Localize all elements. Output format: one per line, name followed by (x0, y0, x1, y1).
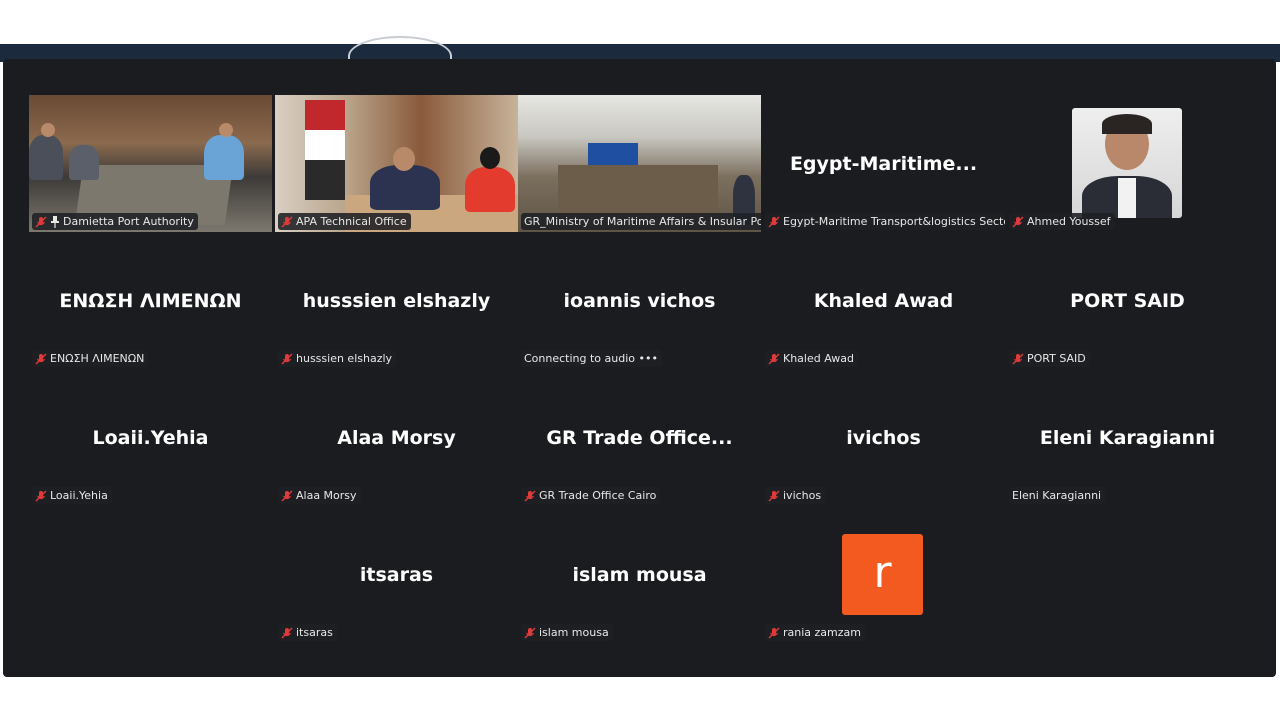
participant-display-name: Khaled Awad (813, 289, 954, 312)
muted-mic-icon (768, 353, 780, 364)
video-feed (518, 95, 761, 232)
participant-tile-gr-ministry[interactable]: GR_Ministry of Maritime Affairs & Insula… (518, 95, 761, 232)
muted-mic-icon (35, 216, 47, 227)
initial-avatar: r (842, 534, 923, 615)
participant-tile-husssien[interactable]: husssien elshazly husssien elshazly (275, 232, 518, 369)
muted-mic-icon (281, 627, 293, 638)
participant-display-name: PORT SAID (1070, 289, 1185, 312)
profile-photo (1072, 108, 1182, 218)
participant-name-label: islam mousa (521, 624, 613, 641)
participant-name-label: Alaa Morsy (278, 487, 361, 504)
video-feed (29, 95, 272, 232)
pin-icon (51, 215, 59, 228)
muted-mic-icon (768, 216, 780, 227)
participant-name-label: ivichos (765, 487, 826, 504)
muted-mic-icon (768, 627, 780, 638)
participant-display-name: Eleni Karagianni (1039, 426, 1216, 449)
participant-name-label: Connecting to audio ••• (521, 350, 662, 367)
participant-name-label: GR Trade Office Cairo (521, 487, 661, 504)
participant-tile-apa[interactable]: APA Technical Office (275, 95, 518, 232)
participant-name-label: APA Technical Office (278, 213, 411, 230)
participant-name-label: Egypt-Maritime Transport&logistics Secto… (765, 213, 1005, 230)
participant-tile-islam-mousa[interactable]: islam mousa islam mousa (518, 506, 761, 643)
participant-tile-loaii-yehia[interactable]: Loaii.Yehia Loaii.Yehia (29, 369, 272, 506)
participant-display-name: Loaii.Yehia (92, 426, 209, 449)
participant-name-label: GR_Ministry of Maritime Affairs & Insula… (521, 213, 761, 230)
participant-tile-egypt-maritime[interactable]: Egypt-Maritime... Egypt-Maritime Transpo… (762, 95, 1005, 232)
participant-tile-ivichos[interactable]: ivichos ivichos (762, 369, 1005, 506)
muted-mic-icon (768, 490, 780, 501)
muted-mic-icon (1012, 216, 1024, 227)
participant-tile-rania-zamzam[interactable]: r rania zamzam (762, 506, 1005, 643)
muted-mic-icon (281, 490, 293, 501)
participant-tile-ahmed-youssef[interactable]: Ahmed Youssef (1006, 95, 1249, 232)
participant-name-label: Eleni Karagianni (1009, 487, 1106, 504)
participant-name-label: PORT SAID (1009, 350, 1090, 367)
video-feed (275, 95, 518, 232)
participant-name-label: Damietta Port Authority (32, 213, 198, 230)
participant-name-label: ΕΝΩΣΗ ΛΙΜΕΝΩΝ (32, 350, 149, 367)
participant-name-label: itsaras (278, 624, 337, 641)
muted-mic-icon (281, 353, 293, 364)
participant-tile-damietta[interactable]: Damietta Port Authority (29, 95, 272, 232)
participant-display-name: Egypt-Maritime... (789, 152, 978, 175)
participant-tile-gr-trade-office[interactable]: GR Trade Office... GR Trade Office Cairo (518, 369, 761, 506)
participant-name-label: Loaii.Yehia (32, 487, 112, 504)
participant-tile-itsaras[interactable]: itsaras itsaras (275, 506, 518, 643)
participant-display-name: ioannis vichos (563, 289, 716, 312)
participant-name-label: rania zamzam (765, 624, 865, 641)
video-gallery: Damietta Port Authority APA Technical Of… (3, 59, 1276, 677)
participant-display-name: islam mousa (572, 563, 707, 586)
participant-tile-eleni-karagianni[interactable]: Eleni Karagianni Eleni Karagianni (1006, 369, 1249, 506)
participant-tile-enosi-limenon[interactable]: ΕΝΩΣΗ ΛΙΜΕΝΩΝ ΕΝΩΣΗ ΛΙΜΕΝΩΝ (29, 232, 272, 369)
participant-display-name: ΕΝΩΣΗ ΛΙΜΕΝΩΝ (59, 289, 242, 312)
participant-display-name: itsaras (359, 563, 434, 586)
participant-name-label: Khaled Awad (765, 350, 859, 367)
muted-mic-icon (35, 353, 47, 364)
participant-tile-khaled-awad[interactable]: Khaled Awad Khaled Awad (762, 232, 1005, 369)
muted-mic-icon (281, 216, 293, 227)
participant-tile-port-said[interactable]: PORT SAID PORT SAID (1006, 232, 1249, 369)
participant-tile-ioannis-vichos[interactable]: ioannis vichos Connecting to audio ••• (518, 232, 761, 369)
muted-mic-icon (524, 490, 536, 501)
participant-name-label: Ahmed Youssef (1009, 213, 1115, 230)
participant-tile-alaa-morsy[interactable]: Alaa Morsy Alaa Morsy (275, 369, 518, 506)
muted-mic-icon (1012, 353, 1024, 364)
participant-display-name: GR Trade Office... (546, 426, 733, 449)
muted-mic-icon (35, 490, 47, 501)
muted-mic-icon (524, 627, 536, 638)
participant-display-name: ivichos (846, 426, 921, 449)
participant-name-label: husssien elshazly (278, 350, 397, 367)
participant-display-name: Alaa Morsy (337, 426, 456, 449)
participant-display-name: husssien elshazly (302, 289, 491, 312)
